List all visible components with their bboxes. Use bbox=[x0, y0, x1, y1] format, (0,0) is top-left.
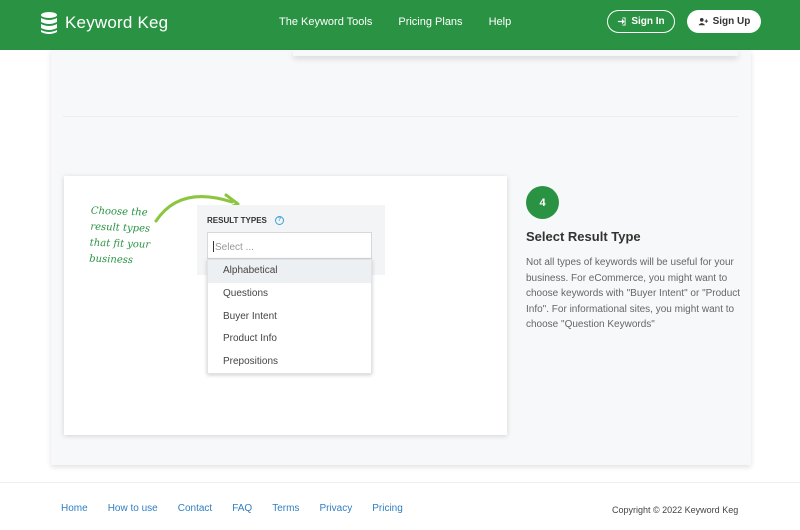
brand-name: Keyword Keg bbox=[65, 13, 169, 32]
option-buyer-intent[interactable]: Buyer Intent bbox=[208, 306, 371, 329]
sign-in-button[interactable]: Sign In bbox=[607, 10, 675, 33]
footer-divider bbox=[0, 482, 800, 483]
option-prepositions[interactable]: Prepositions bbox=[208, 351, 371, 374]
option-product-info[interactable]: Product Info bbox=[208, 328, 371, 351]
help-icon[interactable]: ? bbox=[274, 216, 284, 225]
footer-link-terms[interactable]: Terms bbox=[272, 503, 299, 514]
option-questions[interactable]: Questions bbox=[208, 283, 371, 306]
result-types-select[interactable]: Select ... bbox=[207, 232, 372, 259]
database-icon bbox=[41, 12, 57, 34]
select-placeholder: Select ... bbox=[215, 242, 254, 253]
brand-logo[interactable]: Keyword Keg bbox=[40, 11, 168, 35]
footer-link-faq[interactable]: FAQ bbox=[232, 503, 252, 514]
footer-link-privacy[interactable]: Privacy bbox=[319, 503, 352, 514]
footer-link-how-to-use[interactable]: How to use bbox=[108, 503, 158, 514]
footer-link-pricing[interactable]: Pricing bbox=[372, 503, 403, 514]
text-cursor bbox=[213, 241, 214, 252]
step-description: Not all types of keywords will be useful… bbox=[526, 257, 741, 330]
footer-link-contact[interactable]: Contact bbox=[178, 503, 212, 514]
footer-links: Home How to use Contact FAQ Terms Privac… bbox=[61, 503, 403, 514]
sign-in-label: Sign In bbox=[631, 16, 665, 27]
result-types-label: RESULT TYPES ? bbox=[207, 216, 284, 225]
main-nav: The Keyword Tools Pricing Plans Help bbox=[279, 16, 511, 28]
sign-up-button[interactable]: Sign Up bbox=[687, 10, 761, 33]
footer-link-home[interactable]: Home bbox=[61, 503, 88, 514]
nav-pricing-plans[interactable]: Pricing Plans bbox=[398, 16, 462, 28]
step-number-badge: 4 bbox=[526, 186, 559, 219]
step-title: Select Result Type bbox=[526, 229, 641, 244]
sign-in-icon bbox=[618, 17, 626, 26]
sign-up-label: Sign Up bbox=[712, 16, 751, 27]
result-types-dropdown: Alphabetical Questions Buyer Intent Prod… bbox=[207, 259, 372, 374]
user-plus-icon bbox=[698, 18, 708, 26]
top-header: Keyword Keg The Keyword Tools Pricing Pl… bbox=[0, 0, 800, 50]
option-alphabetical[interactable]: Alphabetical bbox=[208, 260, 371, 283]
result-types-title: RESULT TYPES bbox=[207, 216, 267, 225]
nav-help[interactable]: Help bbox=[489, 16, 512, 28]
copyright-text: Copyright © 2022 Keyword Keg bbox=[612, 505, 739, 515]
nav-keyword-tools[interactable]: The Keyword Tools bbox=[279, 16, 372, 28]
section-divider bbox=[63, 116, 738, 117]
previous-step-card-edge bbox=[293, 50, 738, 56]
